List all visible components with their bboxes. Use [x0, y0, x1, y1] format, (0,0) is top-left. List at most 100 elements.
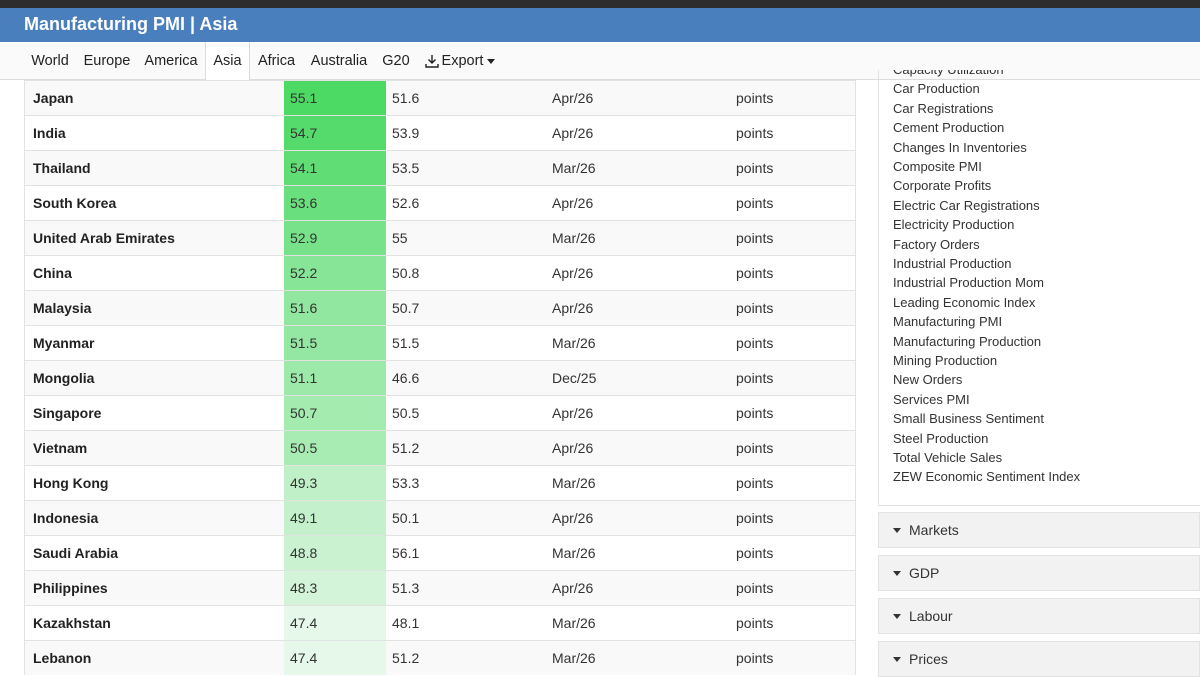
indicator-link[interactable]: Industrial Production	[893, 256, 1012, 271]
country-name[interactable]: Malaysia	[33, 291, 91, 325]
table-row[interactable]: South Korea 53.6 52.6 Apr/26 points	[25, 185, 855, 220]
indicator-link[interactable]: Cement Production	[893, 120, 1004, 135]
indicator-link[interactable]: Leading Economic Index	[893, 295, 1035, 310]
indicator-link[interactable]: Changes In Inventories	[893, 140, 1027, 155]
reference-date: Mar/26	[552, 615, 596, 631]
country-name[interactable]: Lebanon	[33, 641, 91, 675]
tab-g20[interactable]: G20	[375, 42, 417, 80]
section-prices[interactable]: Prices	[878, 641, 1200, 677]
tab-world[interactable]: World	[24, 42, 76, 80]
unit: points	[736, 405, 774, 421]
indicator-link[interactable]: Small Business Sentiment	[893, 411, 1044, 426]
section-label: Labour	[909, 608, 953, 624]
previous-value: 50.7	[392, 300, 420, 316]
table-row[interactable]: Saudi Arabia 48.8 56.1 Mar/26 points	[25, 535, 855, 570]
country-name[interactable]: Vietnam	[33, 431, 87, 465]
reference-date: Dec/25	[552, 370, 597, 386]
indicator-link[interactable]: Electricity Production	[893, 217, 1014, 232]
country-name[interactable]: Kazakhstan	[33, 606, 111, 640]
previous-value: 51.3	[392, 580, 420, 596]
reference-date: Apr/26	[552, 195, 594, 211]
previous-value: 50.1	[392, 510, 420, 526]
indicator-link[interactable]: Manufacturing Production	[893, 334, 1041, 349]
reference-date: Mar/26	[552, 160, 596, 176]
country-name[interactable]: Myanmar	[33, 326, 94, 360]
previous-value: 52.6	[392, 195, 420, 211]
caret-down-icon	[893, 657, 901, 662]
table-row[interactable]: Myanmar 51.5 51.5 Mar/26 points	[25, 325, 855, 360]
indicator-link[interactable]: Factory Orders	[893, 237, 980, 252]
unit: points	[736, 90, 774, 106]
tab-australia[interactable]: Australia	[304, 42, 374, 80]
table-row[interactable]: United Arab Emirates 52.9 55 Mar/26 points	[25, 220, 855, 255]
reference-date: Mar/26	[552, 230, 596, 246]
table-row[interactable]: Vietnam 50.5 51.2 Apr/26 points	[25, 430, 855, 465]
tab-africa[interactable]: Africa	[250, 42, 303, 80]
export-button[interactable]: Export	[420, 42, 500, 80]
country-name[interactable]: China	[33, 256, 72, 290]
indicator-link[interactable]: Car Registrations	[893, 101, 993, 116]
table-row[interactable]: Lebanon 47.4 51.2 Mar/26 points	[25, 640, 855, 675]
country-name[interactable]: United Arab Emirates	[33, 221, 175, 255]
section-markets[interactable]: Markets	[878, 512, 1200, 548]
unit: points	[736, 580, 774, 596]
country-name[interactable]: Singapore	[33, 396, 101, 430]
previous-value: 51.5	[392, 335, 420, 351]
table-row[interactable]: Malaysia 51.6 50.7 Apr/26 points	[25, 290, 855, 325]
country-name[interactable]: Indonesia	[33, 501, 98, 535]
table-row[interactable]: Singapore 50.7 50.5 Apr/26 points	[25, 395, 855, 430]
unit: points	[736, 300, 774, 316]
tab-europe[interactable]: Europe	[78, 42, 136, 80]
reference-date: Mar/26	[552, 650, 596, 666]
indicator-link[interactable]: Capacity Utilization	[893, 70, 1004, 77]
country-name[interactable]: Mongolia	[33, 361, 94, 395]
reference-date: Mar/26	[552, 335, 596, 351]
last-value: 48.3	[284, 571, 386, 605]
previous-value: 51.2	[392, 650, 420, 666]
top-strip	[0, 0, 1200, 8]
reference-date: Apr/26	[552, 405, 594, 421]
previous-value: 53.9	[392, 125, 420, 141]
table-row[interactable]: India 54.7 53.9 Apr/26 points	[25, 115, 855, 150]
last-value: 51.6	[284, 291, 386, 325]
country-name[interactable]: South Korea	[33, 186, 116, 220]
indicator-link[interactable]: Composite PMI	[893, 159, 982, 174]
indicator-link[interactable]: New Orders	[893, 372, 962, 387]
indicator-link[interactable]: Manufacturing PMI	[893, 314, 1002, 329]
table-row[interactable]: Philippines 48.3 51.3 Apr/26 points	[25, 570, 855, 605]
reference-date: Apr/26	[552, 265, 594, 281]
country-name[interactable]: India	[33, 116, 66, 150]
country-name[interactable]: Japan	[33, 81, 73, 115]
tab-asia[interactable]: Asia	[205, 42, 250, 81]
previous-value: 53.3	[392, 475, 420, 491]
table-row[interactable]: Japan 55.1 51.6 Apr/26 points	[25, 80, 855, 115]
country-name[interactable]: Thailand	[33, 151, 91, 185]
last-value: 49.3	[284, 466, 386, 500]
table-row[interactable]: Mongolia 51.1 46.6 Dec/25 points	[25, 360, 855, 395]
table-row[interactable]: Indonesia 49.1 50.1 Apr/26 points	[25, 500, 855, 535]
country-name[interactable]: Saudi Arabia	[33, 536, 118, 570]
indicator-link[interactable]: Car Production	[893, 81, 980, 96]
country-name[interactable]: Philippines	[33, 571, 108, 605]
last-value: 52.9	[284, 221, 386, 255]
table-row[interactable]: China 52.2 50.8 Apr/26 points	[25, 255, 855, 290]
country-name[interactable]: Hong Kong	[33, 466, 108, 500]
reference-date: Apr/26	[552, 510, 594, 526]
table-row[interactable]: Thailand 54.1 53.5 Mar/26 points	[25, 150, 855, 185]
table-row[interactable]: Kazakhstan 47.4 48.1 Mar/26 points	[25, 605, 855, 640]
section-labour[interactable]: Labour	[878, 598, 1200, 634]
indicator-link[interactable]: Services PMI	[893, 392, 970, 407]
indicator-link[interactable]: Industrial Production Mom	[893, 275, 1044, 290]
unit: points	[736, 370, 774, 386]
indicator-link[interactable]: Electric Car Registrations	[893, 198, 1040, 213]
table-row[interactable]: Hong Kong 49.3 53.3 Mar/26 points	[25, 465, 855, 500]
indicator-link[interactable]: ZEW Economic Sentiment Index	[893, 469, 1080, 484]
indicator-link[interactable]: Steel Production	[893, 431, 988, 446]
section-label: GDP	[909, 565, 940, 581]
indicator-link[interactable]: Total Vehicle Sales	[893, 450, 1002, 465]
indicator-link[interactable]: Corporate Profits	[893, 178, 991, 193]
tab-america[interactable]: America	[138, 42, 204, 80]
section-gdp[interactable]: GDP	[878, 555, 1200, 591]
indicator-link[interactable]: Mining Production	[893, 353, 997, 368]
last-value: 49.1	[284, 501, 386, 535]
